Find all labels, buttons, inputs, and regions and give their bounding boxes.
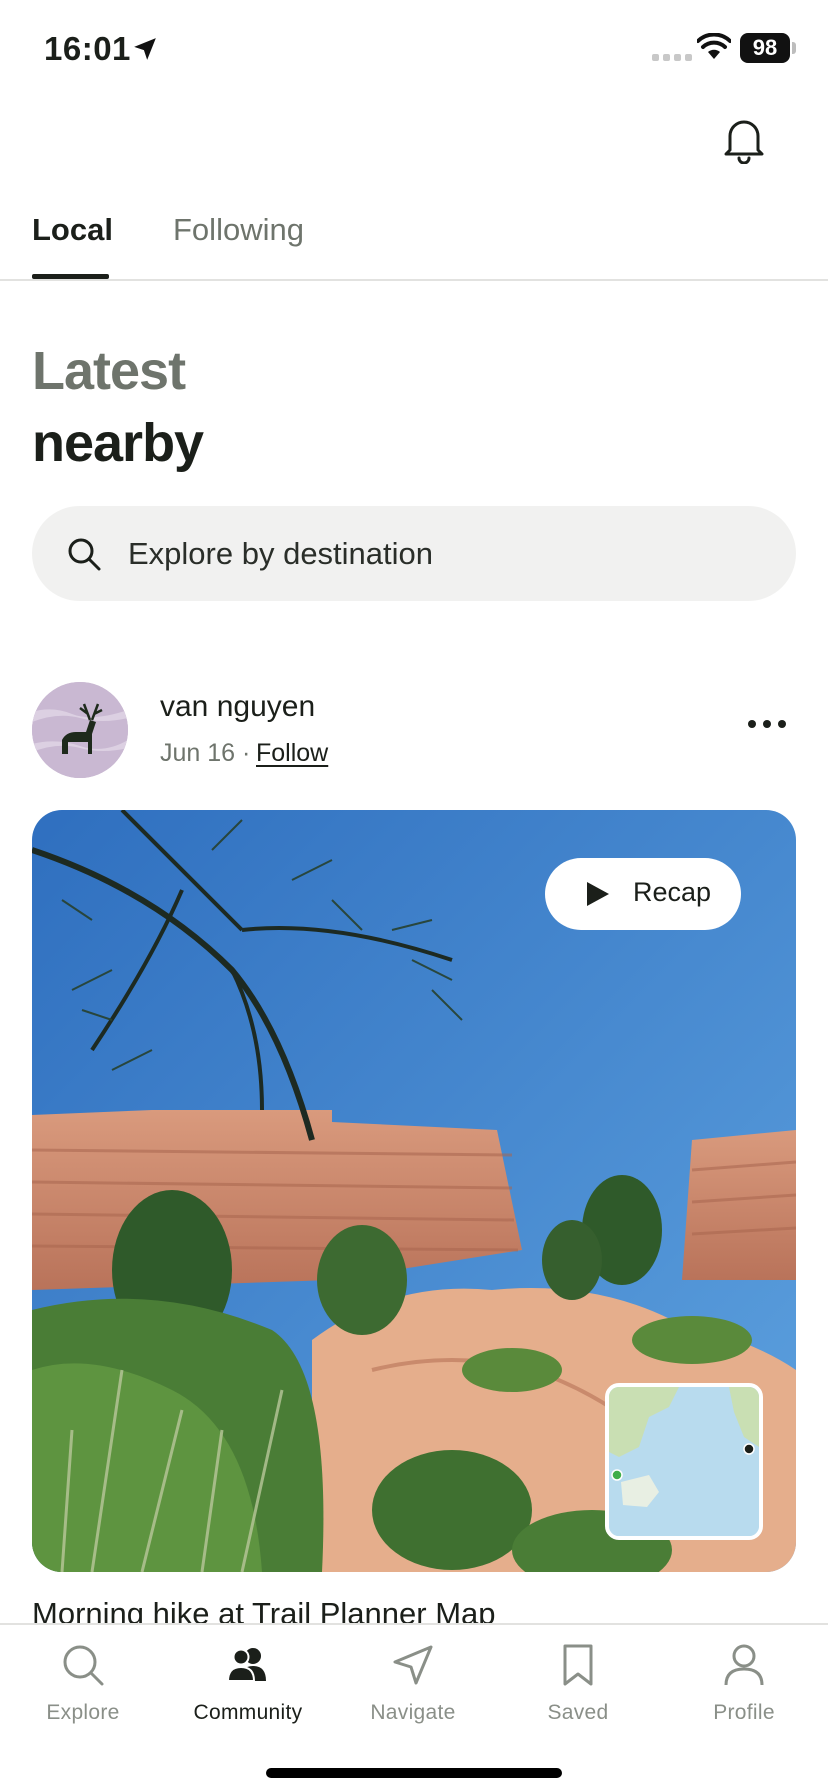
nav-community-label: Community [193,1701,303,1724]
tab-following[interactable]: Following [173,212,304,248]
notifications-bell-icon[interactable] [722,114,766,164]
cellular-signal-icon [652,54,692,61]
feed-tabs: Local Following [0,190,828,281]
bottom-nav: Explore Community Navigate Saved Profile [0,1623,828,1792]
more-options-icon[interactable] [748,720,786,728]
nav-navigate-label: Navigate [370,1701,456,1724]
status-bar: 16:01 98 [0,0,828,100]
search-icon [68,538,101,571]
nav-saved[interactable]: Saved [495,1625,661,1745]
wifi-icon [697,33,731,59]
post-author-name[interactable]: van nguyen [160,690,315,724]
search-icon [63,1645,104,1686]
nav-community[interactable]: Community [165,1625,331,1745]
recap-label: Recap [633,877,712,907]
tab-local[interactable]: Local [32,212,113,248]
page-heading-line2: nearby [32,413,204,473]
world-map-thumbnail [609,1387,759,1536]
bookmark-icon [563,1644,593,1686]
search-bar[interactable] [32,506,796,601]
nav-saved-label: Saved [547,1701,609,1724]
status-time: 16:01 [44,30,131,67]
avatar[interactable] [32,682,128,778]
nav-profile-label: Profile [713,1701,775,1724]
battery-tip [792,42,796,54]
search-input[interactable] [128,506,748,601]
nav-explore[interactable]: Explore [0,1625,166,1745]
battery-indicator: 98 [740,33,790,63]
navigate-icon [393,1645,433,1685]
play-icon [587,882,609,906]
nav-profile[interactable]: Profile [661,1625,827,1745]
active-tab-indicator [32,274,109,279]
recap-button[interactable]: Recap [545,858,741,930]
post-date: Jun 16 · [160,739,251,767]
page-heading-line1: Latest [32,341,186,401]
route-mini-map[interactable] [605,1383,763,1540]
location-arrow-icon [134,38,156,60]
follow-button[interactable]: Follow [256,739,328,768]
avatar-deer-image [32,682,128,778]
home-indicator [266,1768,562,1778]
nav-explore-label: Explore [46,1701,120,1724]
nav-navigate[interactable]: Navigate [330,1625,496,1745]
profile-icon [724,1644,764,1686]
community-icon [226,1648,266,1682]
